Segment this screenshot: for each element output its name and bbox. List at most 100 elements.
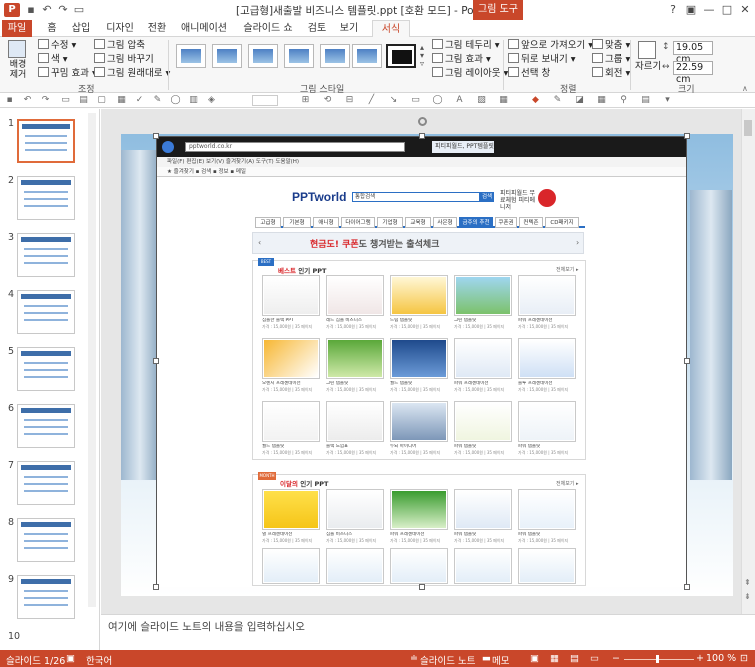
notes-placeholder[interactable]: 여기에 슬라이드 노트의 내용을 입력하십시오	[108, 619, 305, 634]
tab-review[interactable]: 검토	[306, 20, 328, 37]
slide-thumbnail[interactable]	[17, 347, 75, 391]
grid-icon[interactable]: ▤	[640, 95, 651, 106]
vertical-scrollbar[interactable]	[741, 109, 755, 614]
prev-slide-icon[interactable]: ⇞	[744, 578, 751, 587]
picture-style-5[interactable]	[320, 44, 350, 68]
tab-insert[interactable]: 삽입	[70, 20, 92, 37]
crop-button[interactable]: 자르기	[635, 60, 661, 73]
resize-handle-left[interactable]	[153, 358, 159, 364]
rotate-handle-icon[interactable]	[418, 117, 427, 126]
send-backward-button[interactable]: 뒤로 보내기 ▾	[508, 53, 576, 66]
reading-view-icon[interactable]: ▤	[570, 653, 579, 664]
print-icon[interactable]: ▦	[116, 95, 127, 106]
tab-file[interactable]: 파일	[2, 20, 32, 37]
slide-thumbnail[interactable]	[17, 119, 75, 163]
maximize-icon[interactable]: □	[718, 2, 736, 18]
slide-sorter-icon[interactable]: ▦	[550, 653, 559, 664]
height-field[interactable]: 19.05 cm	[673, 41, 713, 65]
picture-style-3[interactable]	[248, 44, 278, 68]
resize-handle-bottom-right[interactable]	[684, 584, 690, 590]
collapse-ribbon-icon[interactable]: ∧	[742, 84, 748, 93]
notes-toggle[interactable]: 슬라이드 노트	[420, 653, 475, 667]
rotate-button[interactable]: 회전 ▾	[592, 67, 630, 80]
save-icon[interactable]: ▪	[4, 95, 15, 106]
tab-animations[interactable]: 애니메이션	[180, 20, 228, 37]
slide-thumbnail[interactable]	[17, 404, 75, 448]
slide-thumbnail[interactable]	[17, 176, 75, 220]
effects-icon[interactable]: ▦	[596, 95, 607, 106]
slide-thumbnail[interactable]	[17, 461, 75, 505]
resize-handle-bottom-left[interactable]	[153, 584, 159, 590]
spelling-status-icon[interactable]: ▣	[66, 653, 75, 664]
picture-layout-button[interactable]: 그림 레이아웃 ▾	[432, 67, 508, 80]
rotate-icon[interactable]: ⟲	[322, 95, 333, 106]
shadow-icon[interactable]: ◪	[574, 95, 585, 106]
tab-design[interactable]: 디자인	[106, 20, 134, 37]
remove-background-button[interactable]: 배경 제거	[6, 60, 30, 80]
close-icon[interactable]: ✕	[736, 2, 754, 18]
new-icon[interactable]: ▢	[96, 95, 107, 106]
arrow-icon[interactable]: ↘	[388, 95, 399, 106]
thumbnail-scrollbar[interactable]	[88, 113, 96, 607]
picture-border-button[interactable]: 그림 테두리 ▾	[432, 39, 500, 52]
help-icon[interactable]: ?	[664, 2, 682, 18]
tab-format[interactable]: 서식	[372, 20, 410, 37]
picture-style-1[interactable]	[176, 44, 206, 68]
crop-icon[interactable]	[638, 41, 656, 59]
tab-slideshow[interactable]: 슬라이드 쇼	[240, 20, 296, 37]
selection-pane-button[interactable]: 선택 창	[508, 67, 550, 80]
resize-handle-top[interactable]	[419, 133, 425, 139]
tab-home[interactable]: 홈	[44, 20, 60, 37]
change-picture-button[interactable]: 그림 바꾸기	[94, 53, 154, 66]
tab-transitions[interactable]: 전환	[146, 20, 168, 37]
rectangle-icon[interactable]: ▭	[410, 95, 421, 106]
language-status[interactable]: 한국어	[86, 653, 112, 667]
picture-style-2[interactable]	[212, 44, 242, 68]
spelling-icon[interactable]: ✓	[134, 95, 145, 106]
slideshow-icon[interactable]: ▭	[60, 95, 71, 106]
bring-forward-button[interactable]: 앞으로 가져오기 ▾	[508, 39, 593, 52]
chart-icon[interactable]: ▥	[188, 95, 199, 106]
table-icon[interactable]: ▦	[498, 95, 509, 106]
styles-scroll-icon[interactable]: ▴ ▾ ▿	[420, 44, 428, 68]
customize-qat-icon[interactable]: ▾	[662, 95, 673, 106]
compress-pictures-button[interactable]: 그림 압축	[94, 39, 145, 52]
slide-thumbnail[interactable]	[17, 233, 75, 277]
color-button[interactable]: 색 ▾	[38, 53, 68, 66]
slide-thumbnail[interactable]	[17, 575, 75, 619]
format-painter-icon[interactable]: ✎	[152, 95, 163, 106]
minimize-icon[interactable]: —	[700, 2, 718, 18]
group-button[interactable]: 그룹 ▾	[592, 53, 630, 66]
oval-icon[interactable]: ◯	[432, 95, 443, 106]
slide-thumbnail[interactable]	[17, 518, 75, 562]
resize-handle-top-right[interactable]	[684, 133, 690, 139]
picture-style-4[interactable]	[284, 44, 314, 68]
zoom-in-icon[interactable]: +	[696, 653, 704, 664]
comments-toggle[interactable]: 메모	[492, 653, 509, 667]
ribbon-display-icon[interactable]: ▣	[682, 2, 700, 18]
corrections-button[interactable]: 수정 ▾	[38, 39, 76, 52]
align-icon[interactable]: ⊟	[344, 95, 355, 106]
picture-effects-button[interactable]: 그림 효과 ▾	[432, 53, 491, 66]
reset-picture-button[interactable]: 그림 원래대로 ▾	[94, 67, 170, 80]
resize-handle-top-left[interactable]	[153, 133, 159, 139]
artistic-effects-button[interactable]: 꾸밈 효과 ▾	[38, 67, 97, 80]
zoom-slider-thumb[interactable]	[656, 655, 659, 663]
slideshow-view-icon[interactable]: ▭	[590, 653, 599, 664]
picture-icon[interactable]: ▨	[476, 95, 487, 106]
line-color-icon[interactable]: ✎	[552, 95, 563, 106]
font-size-box[interactable]	[252, 95, 278, 106]
remove-background-icon[interactable]	[8, 40, 26, 58]
align-button[interactable]: 맞춤 ▾	[592, 39, 630, 52]
redo-icon[interactable]: ↷	[40, 95, 51, 106]
fit-slide-icon[interactable]: ⊡	[740, 653, 748, 664]
width-field[interactable]: 22.59 cm	[673, 61, 713, 85]
resize-handle-bottom[interactable]	[419, 584, 425, 590]
picture-style-7[interactable]	[386, 44, 416, 68]
open-icon[interactable]: ▤	[78, 95, 89, 106]
group-objects-icon[interactable]: ⊞	[300, 95, 311, 106]
line-icon[interactable]: ╱	[366, 95, 377, 106]
textbox-icon[interactable]: A	[454, 95, 465, 106]
slide-thumbnail[interactable]	[17, 290, 75, 334]
resize-handle-right[interactable]	[684, 358, 690, 364]
